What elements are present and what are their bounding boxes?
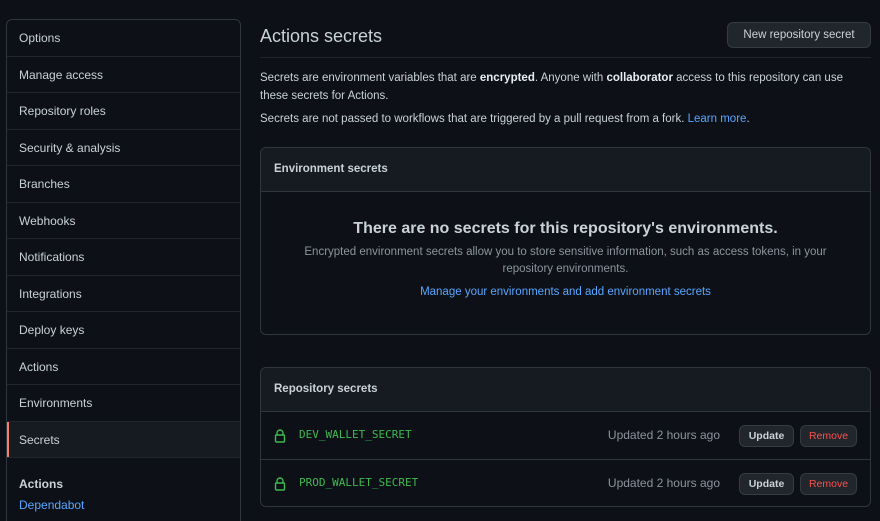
sidebar-item-label: Options bbox=[19, 31, 61, 45]
sidebar-item-repository-roles[interactable]: Repository roles bbox=[7, 93, 240, 130]
blankslate-text: Encrypted environment secrets allow you … bbox=[304, 246, 827, 275]
sidebar-item-label: Actions bbox=[19, 359, 59, 374]
secret-name: DEV_WALLET_SECRET bbox=[299, 428, 412, 441]
sidebar-item-label: Notifications bbox=[19, 250, 85, 264]
environment-secrets-header: Environment secrets bbox=[261, 148, 870, 192]
fork-note-text: . bbox=[746, 113, 750, 125]
sidebar-link-dependabot[interactable]: Dependabot bbox=[19, 498, 228, 512]
environment-secrets-blankslate: There are no secrets for this repository… bbox=[261, 220, 870, 298]
repository-secrets-header: Repository secrets bbox=[261, 368, 870, 412]
sidebar-item-deploy-keys[interactable]: Deploy keys bbox=[7, 312, 240, 349]
fork-note: Secrets are not passed to workflows that… bbox=[260, 111, 871, 129]
page-header: Actions secrets New repository secret bbox=[260, 20, 871, 58]
page-title: Actions secrets bbox=[260, 26, 383, 46]
remove-secret-button[interactable]: Remove bbox=[800, 425, 857, 447]
description-text: . Anyone with bbox=[534, 72, 607, 84]
manage-environments-link[interactable]: Manage your environments and add environ… bbox=[261, 286, 870, 298]
sidebar-group-title[interactable]: Actions bbox=[19, 475, 228, 493]
sidebar-item-label: Branches bbox=[19, 177, 70, 191]
sidebar-item-webhooks[interactable]: Webhooks bbox=[7, 203, 240, 239]
sidebar-item-branches[interactable]: Branches bbox=[7, 166, 240, 203]
sidebar-item-manage-access[interactable]: Manage access bbox=[7, 57, 240, 93]
sidebar-item-actions[interactable]: Actions bbox=[7, 349, 240, 385]
sidebar-item-options[interactable]: Options bbox=[7, 20, 240, 57]
secret-updated-time: Updated 2 hours ago bbox=[607, 476, 720, 490]
sidebar-item-label: Manage access bbox=[19, 67, 104, 82]
fork-note-text: Secrets are not passed to workflows that… bbox=[260, 113, 688, 125]
blankslate-title: There are no secrets for this repository… bbox=[353, 220, 778, 237]
new-repository-secret-button[interactable]: New repository secret bbox=[727, 22, 871, 48]
update-secret-button[interactable]: Update bbox=[739, 473, 794, 495]
secret-name: PROD_WALLET_SECRET bbox=[299, 476, 419, 489]
sidebar-secrets-group: Actions Dependabot bbox=[7, 458, 240, 512]
sidebar-item-environments[interactable]: Environments bbox=[7, 385, 240, 422]
learn-more-link[interactable]: Learn more bbox=[688, 113, 747, 125]
sidebar-item-label: Security & analysis bbox=[19, 140, 121, 155]
sidebar-item-label: Secrets bbox=[19, 432, 60, 447]
sidebar-item-security-analysis[interactable]: Security & analysis bbox=[7, 130, 240, 166]
sidebar-item-secrets[interactable]: Secrets bbox=[7, 421, 240, 458]
lock-icon bbox=[274, 429, 286, 443]
secrets-description: Secrets are environment variables that a… bbox=[260, 70, 871, 105]
secret-row: PROD_WALLET_SECRET Updated 2 hours ago U… bbox=[261, 460, 870, 506]
description-text: Secrets are environment variables that a… bbox=[260, 72, 480, 84]
secret-row: DEV_WALLET_SECRET Updated 2 hours ago Up… bbox=[261, 412, 870, 460]
secret-updated-time: Updated 2 hours ago bbox=[607, 428, 720, 442]
update-secret-button[interactable]: Update bbox=[739, 425, 794, 447]
sidebar-item-integrations[interactable]: Integrations bbox=[7, 276, 240, 312]
repository-secrets-panel: Repository secrets DEV_WALLET_SECRET Upd… bbox=[260, 367, 871, 507]
description-emphasis: encrypted bbox=[479, 72, 535, 84]
sidebar-item-label: Environments bbox=[19, 396, 93, 410]
lock-icon bbox=[274, 477, 286, 491]
sidebar-item-label: Repository roles bbox=[19, 104, 106, 118]
environment-secrets-panel: Environment secrets There are no secrets… bbox=[260, 147, 871, 335]
sidebar-item-label: Integrations bbox=[19, 286, 82, 301]
sidebar-item-label: Webhooks bbox=[19, 213, 76, 228]
settings-sidebar: Options Manage access Repository roles S… bbox=[6, 19, 241, 521]
remove-secret-button[interactable]: Remove bbox=[800, 473, 857, 495]
sidebar-item-notifications[interactable]: Notifications bbox=[7, 239, 240, 276]
description-emphasis: collaborator bbox=[606, 72, 673, 84]
sidebar-item-label: Deploy keys bbox=[19, 323, 85, 337]
